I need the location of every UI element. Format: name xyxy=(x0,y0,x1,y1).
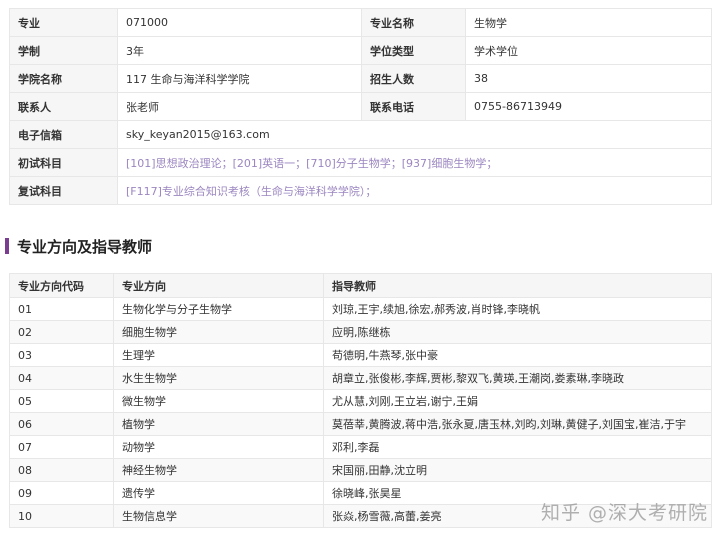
email-label: 电子信箱 xyxy=(9,120,118,149)
zhihu-watermark: 知乎 @深大考研院 xyxy=(540,502,708,524)
phone-value: 0755-86713949 xyxy=(465,92,712,121)
retest-subjects-label: 复试科目 xyxy=(9,176,118,205)
major-name-label: 专业名称 xyxy=(361,8,466,37)
table-row: 03 生理学 苟德明,牛燕琴,张中豪 xyxy=(9,343,712,367)
direction-name-cell: 植物学 xyxy=(113,412,324,436)
direction-name-cell: 生理学 xyxy=(113,343,324,367)
advisors-cell: 莫蓓莘,黄腾波,蒋中浩,张永夏,唐玉林,刘昀,刘琳,黄健子,刘国宝,崔洁,于宇 xyxy=(323,412,712,436)
direction-table: 专业方向代码 专业方向 指导教师 01 生物化学与分子生物学 刘琼,王宇,续旭,徐宏… xyxy=(9,273,712,528)
enrollment-value: 38 xyxy=(465,64,712,93)
advisors-cell: 尤从慧,刘刚,王立岩,谢宁,王娟 xyxy=(323,389,712,413)
direction-header-row: 专业方向代码 专业方向 指导教师 xyxy=(9,273,712,298)
section-title: 专业方向及指导教师 xyxy=(17,237,153,256)
info-row: 专业 071000 专业名称 生物学 xyxy=(9,8,712,37)
table-row: 02 细胞生物学 应明,陈继栋 xyxy=(9,320,712,344)
major-name-value: 生物学 xyxy=(465,8,712,37)
email-value: sky_keyan2015@163.com xyxy=(117,120,712,149)
section-accent-bar xyxy=(5,238,9,254)
direction-name-cell: 水生生物学 xyxy=(113,366,324,390)
advisors-cell: 胡章立,张俊彬,李辉,贾彬,黎双飞,黄瑛,王潮岗,娄素琳,李晓政 xyxy=(323,366,712,390)
college-value: 117 生命与海洋科学学院 xyxy=(117,64,362,93)
direction-name-cell: 生物信息学 xyxy=(113,504,324,528)
direction-code-cell: 06 xyxy=(9,412,114,436)
major-code-label: 专业 xyxy=(9,8,118,37)
direction-name-cell: 遗传学 xyxy=(113,481,324,505)
advisors-cell: 宋国丽,田静,沈立明 xyxy=(323,458,712,482)
duration-label: 学制 xyxy=(9,36,118,65)
direction-name-cell: 细胞生物学 xyxy=(113,320,324,344)
direction-name-cell: 生物化学与分子生物学 xyxy=(113,297,324,321)
advisors-cell: 邓利,李磊 xyxy=(323,435,712,459)
duration-value: 3年 xyxy=(117,36,362,65)
table-row: 05 微生物学 尤从慧,刘刚,王立岩,谢宁,王娟 xyxy=(9,389,712,413)
direction-code-cell: 03 xyxy=(9,343,114,367)
enrollment-label: 招生人数 xyxy=(361,64,466,93)
info-row: 学院名称 117 生命与海洋科学学院 招生人数 38 xyxy=(9,64,712,93)
direction-code-cell: 10 xyxy=(9,504,114,528)
direction-code-cell: 08 xyxy=(9,458,114,482)
section-heading: 专业方向及指导教师 xyxy=(5,237,153,256)
direction-code-cell: 09 xyxy=(9,481,114,505)
advisors-cell: 刘琼,王宇,续旭,徐宏,郝秀波,肖时锋,李晓帆 xyxy=(323,297,712,321)
advisors-cell: 应明,陈继栋 xyxy=(323,320,712,344)
table-row: 08 神经生物学 宋国丽,田静,沈立明 xyxy=(9,458,712,482)
info-row: 学制 3年 学位类型 学术学位 xyxy=(9,36,712,65)
advisors-cell: 苟德明,牛燕琴,张中豪 xyxy=(323,343,712,367)
contact-label: 联系人 xyxy=(9,92,118,121)
table-row: 06 植物学 莫蓓莘,黄腾波,蒋中浩,张永夏,唐玉林,刘昀,刘琳,黄健子,刘国宝,崔… xyxy=(9,412,712,436)
exam-subjects-link[interactable]: [101]思想政治理论；[201]英语一；[710]分子生物学；[937]细胞生… xyxy=(117,148,712,177)
contact-value: 张老师 xyxy=(117,92,362,121)
table-row: 07 动物学 邓利,李磊 xyxy=(9,435,712,459)
degree-type-label: 学位类型 xyxy=(361,36,466,65)
exam-subjects-label: 初试科目 xyxy=(9,148,118,177)
header-direction-name: 专业方向 xyxy=(113,273,324,298)
header-direction-code: 专业方向代码 xyxy=(9,273,114,298)
direction-code-cell: 07 xyxy=(9,435,114,459)
direction-code-cell: 04 xyxy=(9,366,114,390)
retest-subjects-link[interactable]: [F117]专业综合知识考核（生命与海洋科学学院）； xyxy=(117,176,712,205)
header-advisors: 指导教师 xyxy=(323,273,712,298)
phone-label: 联系电话 xyxy=(361,92,466,121)
degree-type-value: 学术学位 xyxy=(465,36,712,65)
college-label: 学院名称 xyxy=(9,64,118,93)
direction-code-cell: 01 xyxy=(9,297,114,321)
direction-code-cell: 05 xyxy=(9,389,114,413)
program-info-table: 专业 071000 专业名称 生物学 学制 3年 学位类型 学术学位 学院名称 … xyxy=(9,8,712,205)
info-row: 初试科目 [101]思想政治理论；[201]英语一；[710]分子生物学；[93… xyxy=(9,148,712,177)
direction-name-cell: 神经生物学 xyxy=(113,458,324,482)
direction-name-cell: 动物学 xyxy=(113,435,324,459)
major-code-value: 071000 xyxy=(117,8,362,37)
info-row: 复试科目 [F117]专业综合知识考核（生命与海洋科学学院）； xyxy=(9,176,712,205)
table-row: 04 水生生物学 胡章立,张俊彬,李辉,贾彬,黎双飞,黄瑛,王潮岗,娄素琳,李晓政 xyxy=(9,366,712,390)
direction-name-cell: 微生物学 xyxy=(113,389,324,413)
info-row: 联系人 张老师 联系电话 0755-86713949 xyxy=(9,92,712,121)
info-row: 电子信箱 sky_keyan2015@163.com xyxy=(9,120,712,149)
table-row: 01 生物化学与分子生物学 刘琼,王宇,续旭,徐宏,郝秀波,肖时锋,李晓帆 xyxy=(9,297,712,321)
direction-code-cell: 02 xyxy=(9,320,114,344)
